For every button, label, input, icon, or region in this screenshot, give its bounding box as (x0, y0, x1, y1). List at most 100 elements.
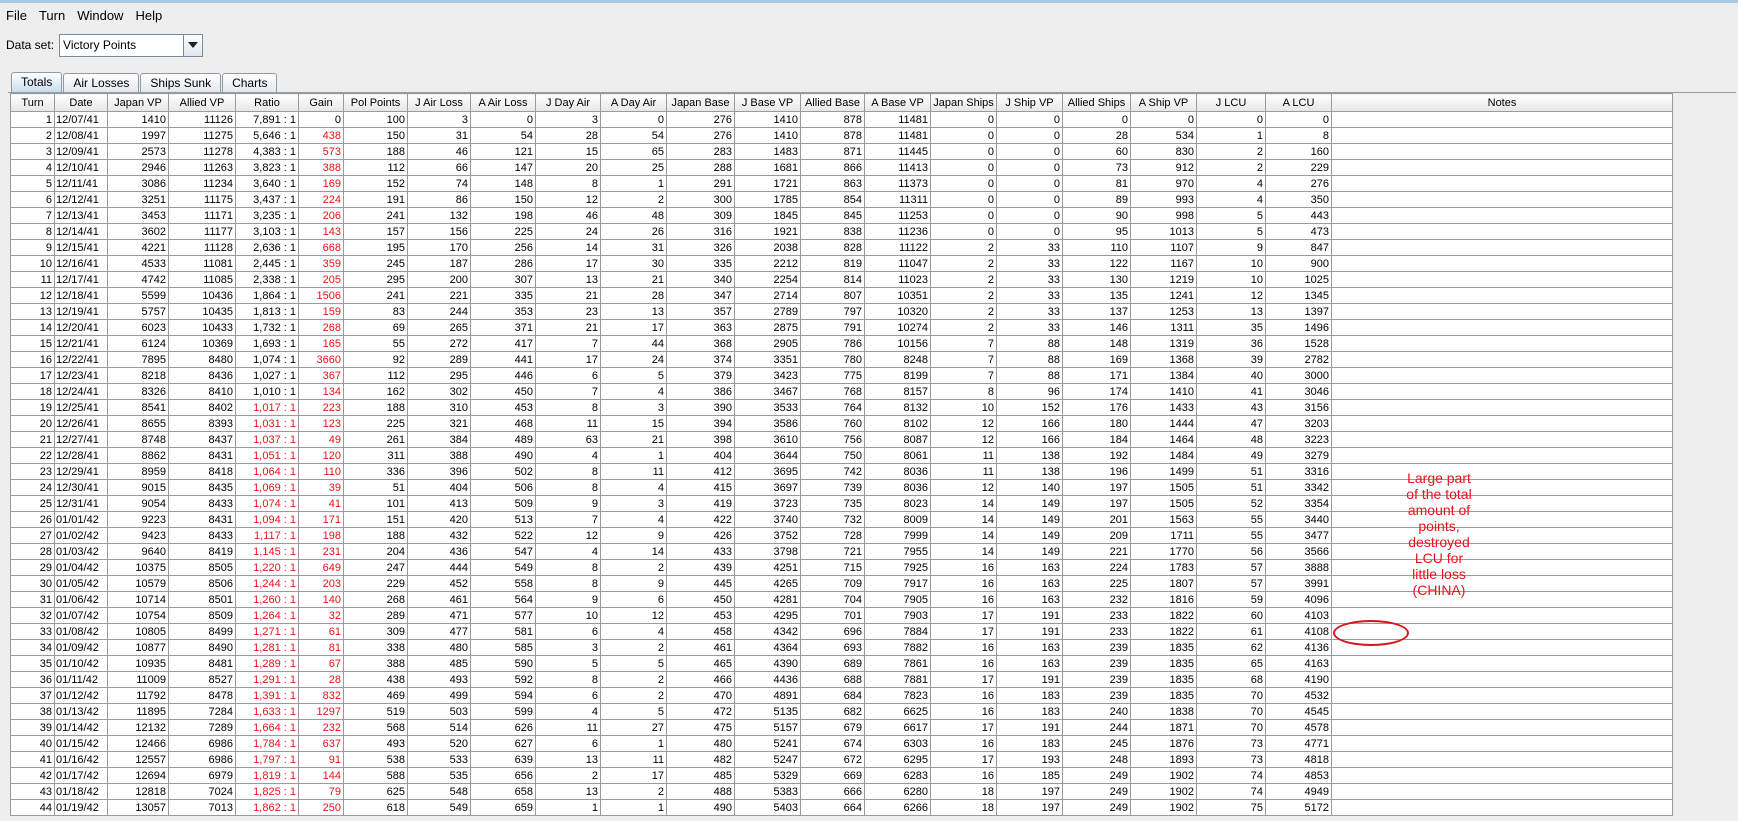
table-row[interactable]: 7 12/13/41 3453 11171 3,235 : 1 206 241 132 198 4… (10, 207, 1673, 224)
table-cell: 01/17/42 (54, 767, 108, 784)
table-row[interactable]: 40 01/15/42 12466 6986 1,784 : 1 637 493 520 627… (10, 735, 1673, 752)
table-cell: 878 (800, 127, 865, 144)
column-header[interactable]: Gain (298, 93, 344, 112)
column-header[interactable]: Japan Ships (930, 93, 997, 112)
table-cell (1331, 479, 1673, 496)
column-header[interactable]: J Air Loss (407, 93, 471, 112)
tab-totals[interactable]: Totals (11, 72, 63, 92)
table-row[interactable]: 6 12/12/41 3251 11175 3,437 : 1 224 191 86 150 12… (10, 191, 1673, 208)
table-row[interactable]: 3 12/09/41 2573 11278 4,383 : 1 573 188 46 121 15… (10, 143, 1673, 160)
table-cell: 14 (930, 527, 997, 544)
table-cell: 2 (600, 639, 667, 656)
table-row[interactable]: 39 01/14/42 12132 7289 1,664 : 1 232 568 514 626… (10, 719, 1673, 736)
table-row[interactable]: 4 12/10/41 2946 11263 3,823 : 1 388 112 66 147 20… (10, 159, 1673, 176)
table-cell: 3477 (1265, 527, 1332, 544)
dataset-select[interactable]: Victory Points (59, 33, 204, 57)
table-cell: 1505 (1130, 479, 1197, 496)
table-cell: 140 (298, 591, 344, 608)
table-row[interactable]: 20 12/26/41 8655 8393 1,031 : 1 123 225 321 468 1… (10, 415, 1673, 432)
table-row[interactable]: 18 12/24/41 8326 8410 1,010 : 1 134 162 302 450 7… (10, 383, 1673, 400)
table-row[interactable]: 37 01/12/42 11792 8478 1,391 : 1 832 469 499 594… (10, 687, 1673, 704)
table-cell: 3695 (734, 463, 801, 480)
column-header[interactable]: J Day Air (535, 93, 601, 112)
table-cell: 120 (298, 447, 344, 464)
table-cell: 8499 (168, 623, 236, 640)
table-cell: 74 (407, 175, 471, 192)
table-row[interactable]: 14 12/20/41 6023 10433 1,732 : 1 268 69 265 371 2… (10, 319, 1673, 336)
table-cell: 10935 (107, 655, 169, 672)
table-row[interactable]: 35 01/10/42 10935 8481 1,289 : 1 67 388 485 590 5… (10, 655, 1673, 672)
table-cell: 838 (800, 223, 865, 240)
table-row[interactable]: 13 12/19/41 5757 10435 1,813 : 1 159 83 244 353 2… (10, 303, 1673, 320)
column-header[interactable]: J Ship VP (996, 93, 1063, 112)
table-row[interactable]: 21 12/27/41 8748 8437 1,037 : 1 49 261 384 489 63… (10, 431, 1673, 448)
column-header[interactable]: Date (54, 93, 108, 112)
table-cell: 350 (1265, 191, 1332, 208)
table-cell: 25 (600, 159, 667, 176)
column-header[interactable]: Turn (10, 93, 55, 112)
tab-charts[interactable]: Charts (222, 73, 278, 92)
column-header[interactable]: A Base VP (864, 93, 931, 112)
column-header[interactable]: J LCU (1196, 93, 1266, 112)
table-row[interactable]: 8 12/14/41 3602 11177 3,103 : 1 143 157 156 225 2… (10, 223, 1673, 240)
table-row[interactable]: 1 12/07/41 1410 11126 7,891 : 1 0 100 3 0 3 0 276 14… (10, 111, 1673, 128)
table-cell: 4364 (734, 639, 801, 656)
table-row[interactable]: 16 12/22/41 7895 8480 1,074 : 1 3660 92 289 441 1… (10, 351, 1673, 368)
table-cell: 12/26/41 (54, 415, 108, 432)
table-cell: 31 (10, 591, 55, 608)
table-cell: 12/12/41 (54, 191, 108, 208)
table-row[interactable]: 17 12/23/41 8218 8436 1,027 : 1 367 112 295 446 6… (10, 367, 1673, 384)
table-row[interactable]: 43 01/18/42 12818 7024 1,825 : 1 79 625 548 658 1… (10, 783, 1673, 800)
column-header[interactable]: Allied VP (168, 93, 236, 112)
table-row[interactable]: 34 01/09/42 10877 8490 1,281 : 1 81 338 480 585 3… (10, 639, 1673, 656)
menu-help[interactable]: Help (129, 8, 168, 23)
table-cell: 163 (996, 591, 1063, 608)
table-row[interactable]: 22 12/28/41 8862 8431 1,051 : 1 120 311 388 490 4… (10, 447, 1673, 464)
table-row[interactable]: 15 12/21/41 6124 10369 1,693 : 1 165 55 272 417 7… (10, 335, 1673, 352)
column-header[interactable]: A LCU (1265, 93, 1332, 112)
table-row[interactable]: 41 01/16/42 12557 6986 1,797 : 1 91 538 533 639 1… (10, 751, 1673, 768)
table-row[interactable]: 9 12/15/41 4221 11128 2,636 : 1 668 195 170 256 1… (10, 239, 1673, 256)
column-header[interactable]: Pol Points (343, 93, 408, 112)
table-row[interactable]: 33 01/08/42 10805 8499 1,271 : 1 61 309 477 581 6… (10, 623, 1673, 640)
table-row[interactable]: 42 01/17/42 12694 6979 1,819 : 1 144 588 535 656… (10, 767, 1673, 784)
tab-ships-sunk[interactable]: Ships Sunk (140, 73, 222, 92)
column-header[interactable]: A Ship VP (1130, 93, 1197, 112)
column-header[interactable]: Japan Base (666, 93, 735, 112)
tab-air-losses[interactable]: Air Losses (63, 73, 140, 92)
table-row[interactable]: 44 01/19/42 13057 7013 1,862 : 1 250 618 549 659… (10, 799, 1673, 816)
table-cell: 9223 (107, 511, 169, 528)
table-row[interactable]: 38 01/13/42 11895 7284 1,633 : 1 1297 519 503 59… (10, 703, 1673, 720)
table-cell (1331, 415, 1673, 432)
column-header[interactable]: A Day Air (600, 93, 667, 112)
table-cell: 590 (470, 655, 536, 672)
dropdown-button[interactable] (183, 34, 203, 56)
table-cell: 2212 (734, 255, 801, 272)
menu-turn[interactable]: Turn (33, 8, 71, 23)
table-cell: 9015 (107, 479, 169, 496)
table-cell: 1845 (734, 207, 801, 224)
table-row[interactable]: 2 12/08/41 1997 11275 5,646 : 1 438 150 31 54 28 5… (10, 127, 1673, 144)
column-header[interactable]: Allied Base (800, 93, 865, 112)
column-header[interactable]: J Base VP (734, 93, 801, 112)
column-header[interactable]: Allied Ships (1062, 93, 1131, 112)
table-row[interactable]: 10 12/16/41 4533 11081 2,445 : 1 359 245 187 286… (10, 255, 1673, 272)
table-row[interactable]: 19 12/25/41 8541 8402 1,017 : 1 223 188 310 453 8… (10, 399, 1673, 416)
table-cell: 5 (600, 367, 667, 384)
table-row[interactable]: 5 12/11/41 3086 11234 3,640 : 1 169 152 74 148 8 1… (10, 175, 1673, 192)
table-cell: 13057 (107, 799, 169, 816)
table-row[interactable]: 11 12/17/41 4742 11085 2,338 : 1 205 295 200 307… (10, 271, 1673, 288)
column-header[interactable]: A Air Loss (470, 93, 536, 112)
table-row[interactable]: 32 01/07/42 10754 8509 1,264 : 1 32 289 471 577 1… (10, 607, 1673, 624)
column-header[interactable]: Notes (1331, 93, 1673, 112)
table-cell: 13 (600, 303, 667, 320)
table-cell: 0 (996, 159, 1063, 176)
column-header[interactable]: Japan VP (107, 93, 169, 112)
column-header[interactable]: Ratio (235, 93, 299, 112)
table-row[interactable]: 36 01/11/42 11009 8527 1,291 : 1 28 438 493 592 8… (10, 671, 1673, 688)
menu-window[interactable]: Window (71, 8, 129, 23)
table-row[interactable]: 12 12/18/41 5599 10436 1,864 : 1 1506 241 221 33… (10, 287, 1673, 304)
menu-file[interactable]: File (0, 8, 33, 23)
table-cell: 11481 (864, 127, 931, 144)
table-cell: 68 (1196, 671, 1266, 688)
